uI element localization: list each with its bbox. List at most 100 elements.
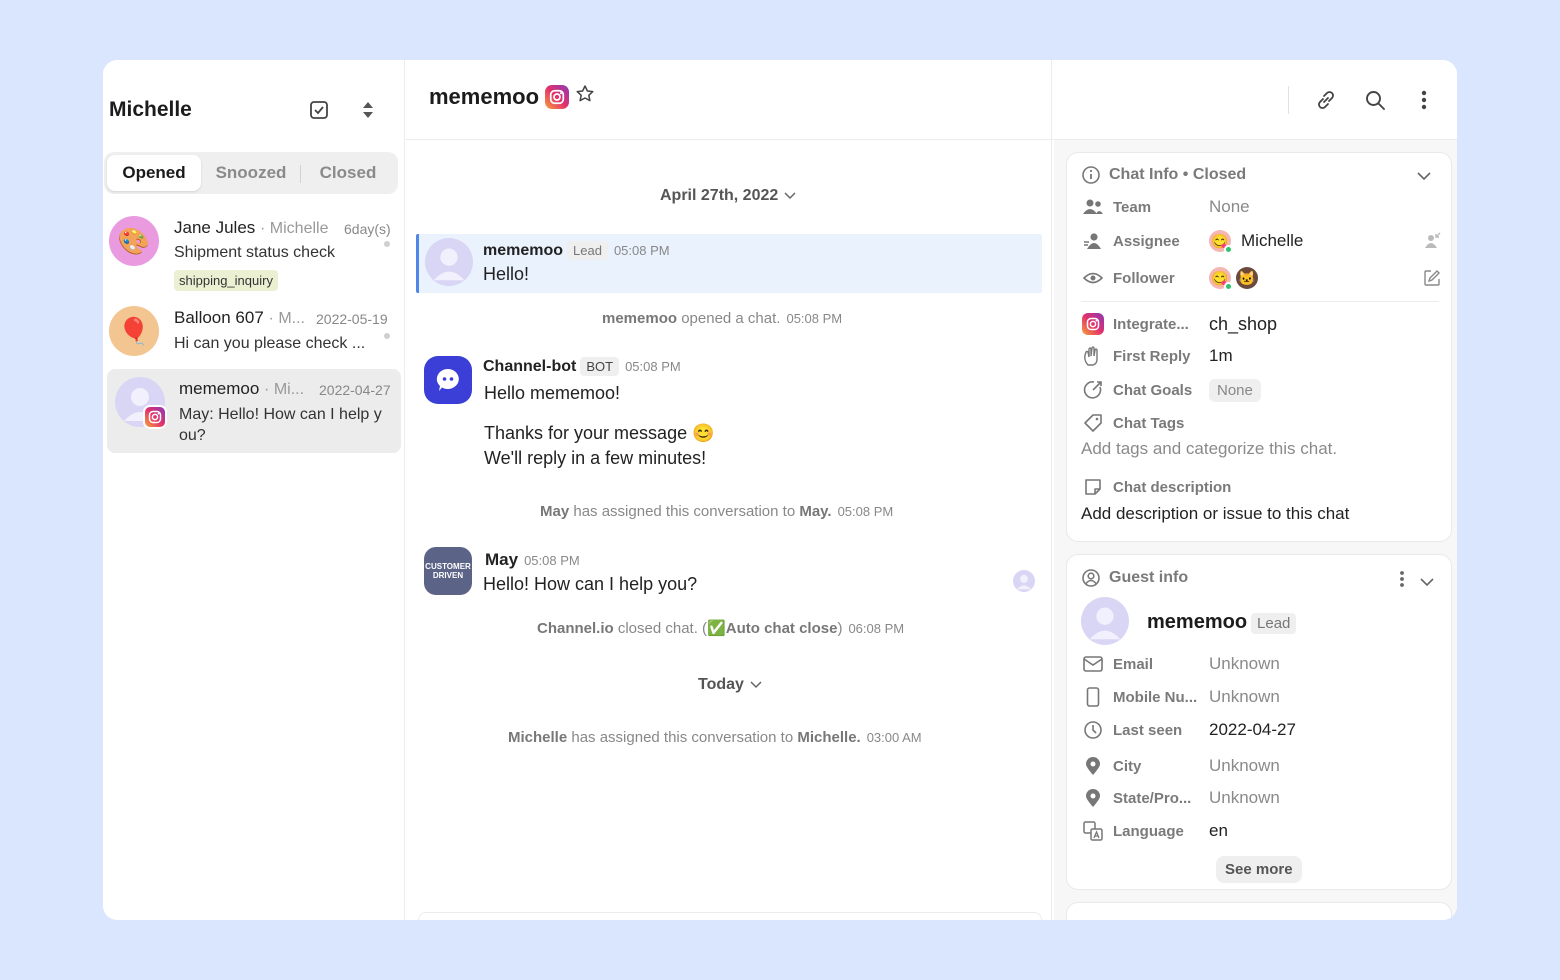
conversation-date: 2022-05-19 <box>316 311 388 327</box>
first-reply-row: First Reply 1m <box>1081 343 1441 369</box>
conversation-item[interactable]: 🎨 Jane Jules · Michelle 6day(s) Shipment… <box>107 210 401 296</box>
tab-closed[interactable]: Closed <box>301 155 395 191</box>
conversation-sidebar: Michelle Opened Snoozed Closed 🎨 Jane Ju… <box>103 60 405 920</box>
message-text: Hello! How can I help you? <box>483 574 698 594</box>
more-vertical-icon[interactable] <box>1412 88 1436 112</box>
link-icon[interactable] <box>1314 88 1338 112</box>
system-message: Michelle has assigned this conversation … <box>508 729 922 746</box>
translate-icon <box>1081 819 1105 843</box>
timestamp: 05:08 PM <box>524 553 580 568</box>
integrated-row[interactable]: Integrate... ch_shop <box>1081 311 1441 337</box>
inbox-owner-title: Michelle <box>109 98 192 121</box>
app-window: Michelle Opened Snoozed Closed 🎨 Jane Ju… <box>103 60 1457 920</box>
team-row[interactable]: Team None <box>1081 194 1441 220</box>
chat-tags-input[interactable]: Add tags and categorize this chat. <box>1081 439 1337 459</box>
guest-avatar <box>1081 597 1129 645</box>
email-row[interactable]: Email Unknown <box>1081 651 1441 677</box>
chat-info-header: Chat Info • Closed <box>1081 165 1246 185</box>
assignee-avatar: 😋 <box>1209 230 1233 254</box>
location-pin-icon <box>1081 786 1105 810</box>
composer-edge <box>418 912 1042 920</box>
conversation-date: 6day(s) <box>344 221 391 237</box>
bot-badge: BOT <box>580 357 620 376</box>
guest-name: mememoo <box>1147 611 1248 633</box>
date-divider[interactable]: April 27th, 2022 <box>660 187 796 205</box>
header-divider <box>1288 86 1289 114</box>
more-vertical-icon[interactable] <box>1399 570 1405 593</box>
system-message: Channel.io closed chat. (✅Auto chat clos… <box>537 620 905 637</box>
timestamp: 05:08 PM <box>625 359 681 374</box>
assign-to-me-icon[interactable] <box>1423 232 1441 255</box>
chevron-down-icon[interactable] <box>1417 168 1431 186</box>
chevron-down-icon[interactable] <box>1420 574 1434 592</box>
tag-icon <box>1081 411 1105 435</box>
instagram-icon <box>1081 312 1105 336</box>
conversation-name: Jane Jules · Michelle <box>174 218 329 237</box>
assignee-icon <box>1081 229 1105 253</box>
location-pin-icon <box>1081 754 1105 778</box>
message-agent: CUSTOMER DRIVEN May 05:08 PM Hello! How c… <box>416 544 1042 604</box>
chevron-down-icon <box>750 681 762 689</box>
timestamp: 05:08 PM <box>613 243 670 258</box>
system-message: mememoo opened a chat. 05:08 PM <box>602 310 843 327</box>
mobile-row[interactable]: Mobile Nu... Unknown <box>1081 684 1441 710</box>
checkbox-icon[interactable] <box>307 98 331 122</box>
last-seen-row: Last seen 2022-04-27 <box>1081 717 1441 743</box>
avatar: 🎈 <box>109 306 159 356</box>
edit-icon[interactable] <box>1423 269 1441 292</box>
info-panel: Chat Info • Closed Team None Assignee 😋 … <box>1054 140 1457 920</box>
conversation-preview: Shipment status check <box>174 244 335 261</box>
lead-badge: Lead <box>1251 613 1297 634</box>
guest-info-header: Guest info <box>1081 568 1188 588</box>
unread-dot <box>384 333 390 339</box>
message-bot: Channel-bot BOT 05:08 PM Hello mememoo! Th… <box>416 352 1042 482</box>
language-row[interactable]: Language en <box>1081 818 1441 844</box>
chat-panel: April 27th, 2022 mememoo Lead 05:08 PM Hel… <box>406 60 1052 920</box>
guest-info-card: Guest info mememoo Lead Email Unknown Mob… <box>1066 554 1452 890</box>
sort-icon[interactable] <box>356 98 380 122</box>
wave-hand-icon <box>1081 344 1105 368</box>
assignee-row[interactable]: Assignee 😋 Michelle <box>1081 228 1441 254</box>
check-emoji-icon: ✅ <box>707 620 726 637</box>
conversation-name: Balloon 607 · M... <box>174 308 305 327</box>
today-divider[interactable]: Today <box>698 676 762 694</box>
conversation-preview: Hi can you please check ... <box>174 335 366 352</box>
goal-icon <box>1081 378 1105 402</box>
chevron-down-icon <box>784 192 796 200</box>
follower-avatar: 😋 <box>1209 267 1233 291</box>
read-receipt-avatar <box>1013 570 1035 592</box>
channel-bot-avatar <box>424 356 472 404</box>
tab-snoozed[interactable]: Snoozed <box>204 155 298 191</box>
system-message: May has assigned this conversation to Ma… <box>540 503 894 520</box>
state-row[interactable]: State/Pro... Unknown <box>1081 785 1441 811</box>
mail-icon <box>1081 652 1105 676</box>
message-text: Hello! <box>483 264 530 284</box>
message-lead: mememoo Lead 05:08 PM Hello! <box>416 234 1042 293</box>
chat-description-input[interactable]: Add description or issue to this chat <box>1081 504 1349 524</box>
message-text: We'll reply in a few minutes! <box>484 448 707 468</box>
phone-icon <box>1081 685 1105 709</box>
chat-info-card: Chat Info • Closed Team None Assignee 😋 … <box>1066 152 1452 542</box>
chat-goals-row[interactable]: Chat Goals None <box>1081 377 1441 403</box>
avatar <box>425 238 473 286</box>
instagram-icon <box>143 405 167 429</box>
info-icon <box>1082 166 1100 184</box>
eye-icon <box>1081 266 1105 290</box>
message-text: Thanks for your message 😊 <box>484 423 715 443</box>
chat-description-row: Chat description <box>1081 474 1441 500</box>
city-row[interactable]: City Unknown <box>1081 753 1441 779</box>
conversation-tag[interactable]: shipping_inquiry <box>174 270 278 291</box>
chat-tags-row: Chat Tags <box>1081 410 1441 436</box>
divider <box>1081 301 1439 302</box>
tab-opened[interactable]: Opened <box>107 155 201 191</box>
follower-row[interactable]: Follower 😋 🐱 <box>1081 265 1441 291</box>
unread-dot <box>384 241 390 247</box>
conversation-item-selected[interactable]: mememoo · Mi... 2022-04-27 May: Hello! H… <box>107 369 401 453</box>
agent-avatar: CUSTOMER DRIVEN <box>424 547 472 595</box>
follower-avatar: 🐱 <box>1236 267 1258 289</box>
avatar: 🎨 <box>109 216 159 266</box>
team-icon <box>1081 195 1105 219</box>
see-more-button[interactable]: See more <box>1216 856 1302 883</box>
search-icon[interactable] <box>1363 88 1387 112</box>
conversation-name: mememoo · Mi... <box>179 379 305 398</box>
